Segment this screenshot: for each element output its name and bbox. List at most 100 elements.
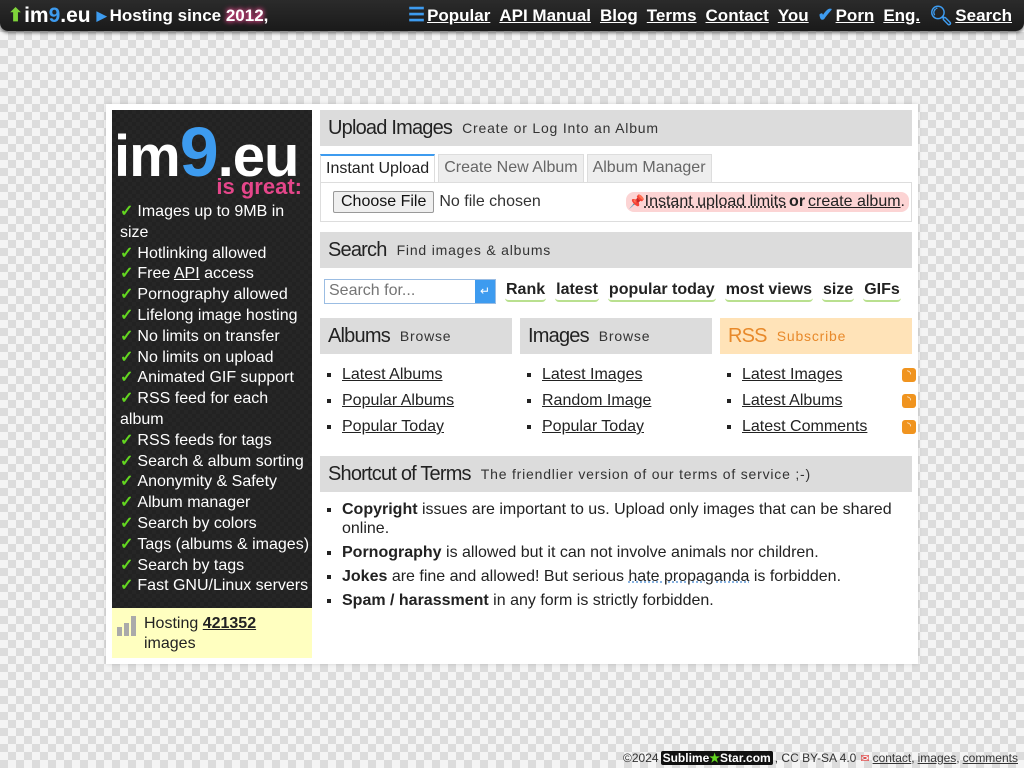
choose-file-button[interactable]: Choose File bbox=[333, 191, 435, 213]
rss-feed-icon[interactable]: ◝ bbox=[902, 420, 916, 434]
checkmark-icon: ✓ bbox=[120, 390, 134, 408]
feature-item: ✓ No limits on upload bbox=[120, 348, 274, 366]
search-box: ↵ bbox=[324, 278, 496, 304]
mail-icon: ✉ bbox=[860, 752, 870, 765]
checkmark-icon: ✓ bbox=[120, 286, 134, 304]
feature-item: ✓ Album manager bbox=[120, 494, 251, 512]
nav-language[interactable]: Eng. bbox=[883, 6, 920, 26]
albums-header: Albums Browse bbox=[320, 318, 512, 354]
checkmark-icon: ✓ bbox=[120, 369, 134, 387]
rss-feed-icon[interactable]: ◝ bbox=[902, 394, 916, 408]
list-item: Latest Images ◝ bbox=[742, 362, 916, 388]
term-item: Jokes are fine and allowed! But serious … bbox=[342, 567, 912, 586]
footer-contact-link[interactable]: contact bbox=[873, 751, 912, 765]
sort-latest[interactable]: latest bbox=[555, 281, 599, 302]
feature-item: ✓ Lifelong image hosting bbox=[120, 306, 298, 324]
main-content: Upload Images Create or Log Into an Albu… bbox=[320, 110, 916, 615]
bar-chart-icon bbox=[117, 616, 137, 636]
feature-item: ✓ RSS feeds for tags bbox=[120, 431, 272, 449]
checkmark-icon: ✓ bbox=[120, 494, 134, 512]
nav-api-manual[interactable]: API Manual bbox=[499, 6, 591, 26]
search-submit-icon[interactable]: ↵ bbox=[475, 279, 495, 303]
albums-column: Albums Browse Latest Albums Popular Albu… bbox=[320, 318, 512, 440]
feature-item: ✓ Animated GIF support bbox=[120, 369, 294, 387]
list-item: Popular Today bbox=[542, 414, 712, 440]
feature-item: ✓ Anonymity & Safety bbox=[120, 473, 278, 491]
latest-albums-link[interactable]: Latest Albums bbox=[342, 366, 443, 383]
rss-latest-albums-link[interactable]: Latest Albums bbox=[742, 392, 843, 409]
feature-item: ✓ Fast GNU/Linux servers bbox=[120, 577, 309, 595]
file-status: No file chosen bbox=[439, 193, 541, 210]
checkmark-icon: ✓ bbox=[120, 473, 134, 491]
checkmark-icon: ✓ bbox=[120, 535, 134, 553]
features-sidebar: im9.eu is great: ✓ Images up to 9MB in si… bbox=[112, 110, 312, 658]
feature-item: ✓ RSS feed for each album bbox=[120, 390, 269, 428]
footer-comments-link[interactable]: comments bbox=[963, 751, 1018, 765]
site-logo[interactable]: ⬆ im 9 .eu bbox=[8, 4, 91, 28]
nav-you[interactable]: You bbox=[778, 6, 809, 26]
play-triangle-icon: ▶ bbox=[96, 7, 107, 23]
nav-contact[interactable]: Contact bbox=[706, 6, 769, 26]
star-icon: ★ bbox=[709, 751, 721, 765]
list-item: Popular Albums bbox=[342, 388, 512, 414]
feature-item: ✓ Hotlinking allowed bbox=[120, 244, 267, 262]
popular-today-albums-link[interactable]: Popular Today bbox=[342, 418, 444, 435]
rss-latest-images-link[interactable]: Latest Images bbox=[742, 366, 843, 383]
hate-propaganda-tooltip[interactable]: hate propaganda bbox=[628, 568, 749, 585]
pushpin-icon: 📌 bbox=[628, 194, 645, 209]
feature-item: ✓ Images up to 9MB in size bbox=[120, 203, 285, 241]
feature-item: ✓ Free API access bbox=[120, 265, 254, 283]
search-icon[interactable]: 🔍︎ bbox=[929, 4, 953, 28]
sort-most-views[interactable]: most views bbox=[724, 281, 813, 302]
term-item: Copyright issues are important to us. Up… bbox=[342, 500, 912, 538]
list-item: Popular Today bbox=[342, 414, 512, 440]
upload-limits-link[interactable]: Instant upload limits bbox=[645, 193, 786, 210]
search-input[interactable] bbox=[325, 279, 475, 303]
rss-feed-icon[interactable]: ◝ bbox=[902, 368, 916, 382]
tab-instant-upload[interactable]: Instant Upload bbox=[320, 154, 436, 182]
hosting-count-link[interactable]: 421352 bbox=[203, 615, 256, 632]
nav-blog[interactable]: Blog bbox=[600, 6, 638, 26]
popular-albums-link[interactable]: Popular Albums bbox=[342, 392, 454, 409]
rss-header: RSS Subscribe bbox=[720, 318, 912, 354]
tagline: ▶ Hosting since 2012, bbox=[96, 5, 269, 25]
term-item: Spam / harassment in any form is strictl… bbox=[342, 591, 912, 610]
rss-latest-comments-link[interactable]: Latest Comments bbox=[742, 418, 867, 435]
tab-create-new-album[interactable]: Create New Album bbox=[438, 154, 584, 182]
sublimestar-link[interactable]: Sublime★Star.com bbox=[660, 751, 773, 765]
checkmark-icon: ✓ bbox=[120, 452, 134, 470]
latest-images-link[interactable]: Latest Images bbox=[542, 366, 643, 383]
checkmark-icon: ✓ bbox=[120, 577, 134, 595]
list-item: Latest Comments ◝ bbox=[742, 414, 916, 440]
api-link[interactable]: API bbox=[174, 265, 200, 282]
checkmark-icon: ✓ bbox=[120, 514, 134, 532]
nav-porn[interactable]: Porn bbox=[836, 6, 875, 26]
sort-rank[interactable]: Rank bbox=[505, 281, 547, 302]
upload-panel: Choose File No file chosen 📌Instant uplo… bbox=[320, 182, 912, 222]
checkmark-icon: ✓ bbox=[120, 265, 134, 283]
random-image-link[interactable]: Random Image bbox=[542, 392, 651, 409]
nav-terms[interactable]: Terms bbox=[647, 6, 697, 26]
nav-popular[interactable]: Popular bbox=[427, 6, 490, 26]
popular-today-images-link[interactable]: Popular Today bbox=[542, 418, 644, 435]
sort-size[interactable]: size bbox=[821, 281, 855, 302]
search-row: ↵ Rank latest popular today most views s… bbox=[324, 278, 912, 304]
hosting-count-box: Hosting 421352 images bbox=[112, 608, 312, 658]
sort-gifs[interactable]: GIFs bbox=[863, 281, 901, 302]
feature-item: ✓ No limits on transfer bbox=[120, 327, 280, 345]
upload-header: Upload Images Create or Log Into an Albu… bbox=[320, 110, 912, 146]
nav-search[interactable]: Search bbox=[955, 6, 1012, 26]
create-album-link[interactable]: create album bbox=[808, 193, 901, 210]
checkmark-icon: ✓ bbox=[120, 348, 134, 366]
sort-popular-today[interactable]: popular today bbox=[607, 281, 716, 302]
footer-images-link[interactable]: images bbox=[918, 751, 957, 765]
upload-limits-notice: 📌Instant upload limits or create album. bbox=[626, 192, 909, 212]
upload-tabs: Instant Upload Create New Album Album Ma… bbox=[320, 154, 912, 182]
tab-album-manager[interactable]: Album Manager bbox=[586, 154, 712, 182]
menu-icon[interactable]: ☰ bbox=[408, 4, 425, 27]
list-item: Latest Images bbox=[542, 362, 712, 388]
since-year: 2012 bbox=[225, 5, 264, 25]
checkmark-icon: ✓ bbox=[120, 327, 134, 345]
feature-item: ✓ Tags (albums & images) bbox=[120, 535, 310, 553]
check-circle-icon[interactable]: ✔ bbox=[818, 4, 834, 27]
